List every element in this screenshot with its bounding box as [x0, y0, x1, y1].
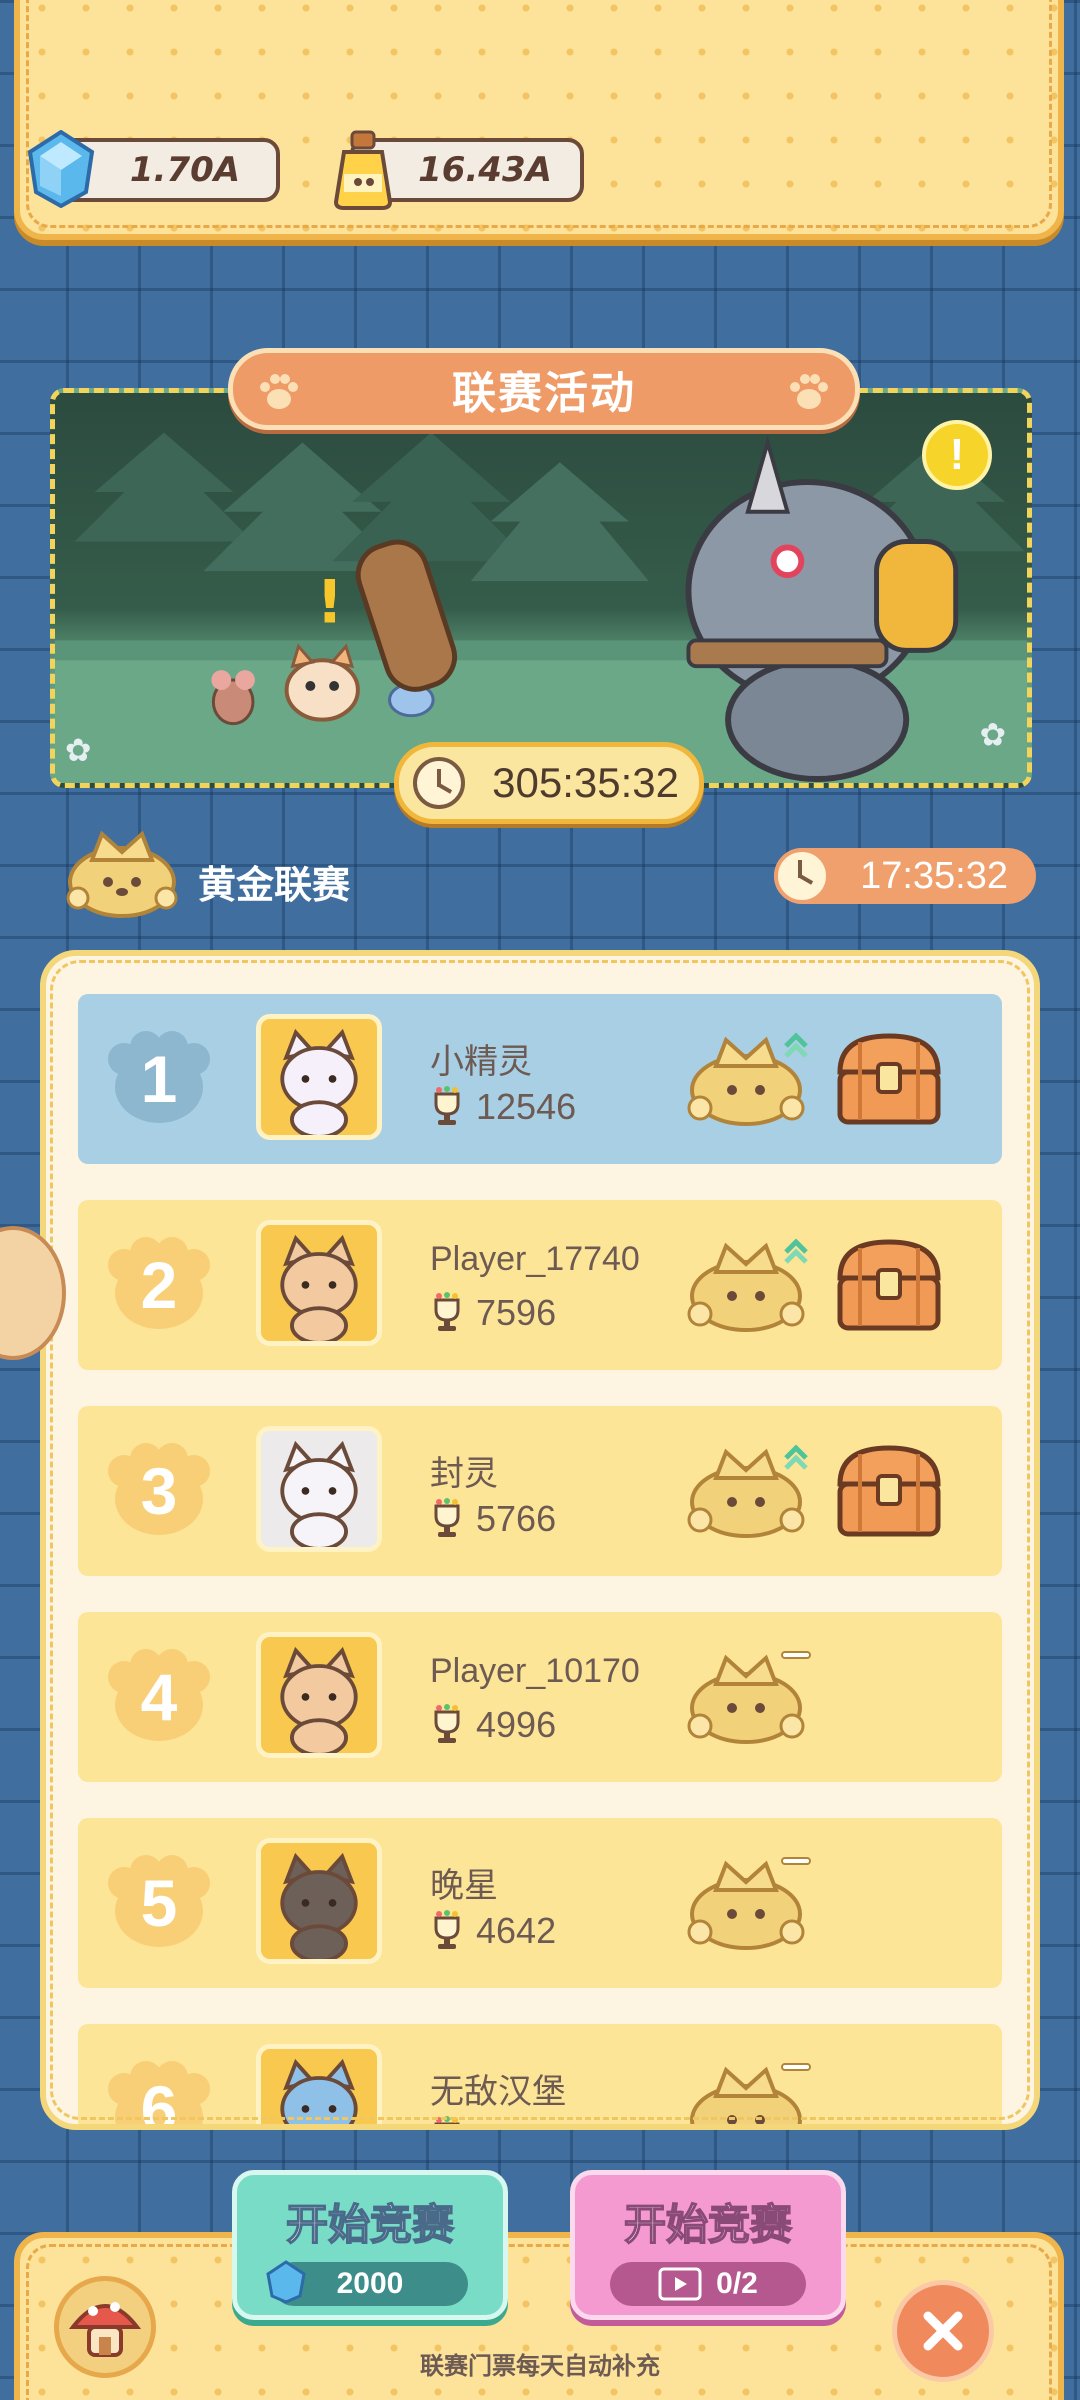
player-avatar[interactable] [256, 1838, 382, 1964]
exclamation-icon: ! [949, 430, 965, 479]
treasure-chest-icon[interactable] [830, 1028, 948, 1130]
potion-amount: 16.43A [418, 150, 552, 190]
gem-cost-value: 2000 [336, 2267, 404, 2300]
rank-badge: 3 [104, 1441, 214, 1541]
gem-icon [266, 2260, 306, 2304]
player-score: 4642 [476, 1910, 557, 1951]
player-name: Player_10170 [430, 1652, 640, 1690]
currency-panel [14, 0, 1064, 240]
player-avatar[interactable] [256, 1632, 382, 1758]
league-crown-stay-icon [690, 2063, 811, 2124]
trophy-icon [434, 1910, 460, 1949]
league-crown-promote-icon [687, 1238, 808, 1332]
gem-amount: 1.70A [129, 150, 241, 190]
league-countdown: 17:35:32 [774, 848, 1036, 904]
clock-icon [774, 848, 830, 904]
event-title-pill: 联赛活动 [228, 348, 860, 430]
leaderboard-row[interactable]: 6 无敌汉堡 [78, 2024, 1002, 2130]
rank-badge: 4 [104, 1647, 214, 1747]
svg-text:✿: ✿ [65, 733, 92, 769]
svg-text:✿: ✿ [979, 717, 1006, 753]
league-crown-promote-icon [687, 1444, 808, 1538]
player-name: 小精灵 [430, 1043, 532, 1081]
cat-avatar-icon [280, 1440, 358, 1547]
treasure-chest-icon[interactable] [830, 1440, 948, 1542]
league-crown-promote-icon [687, 1032, 808, 1126]
gold-league-crown-icon [66, 830, 178, 918]
cat-avatar-icon [280, 1234, 358, 1341]
ad-ticket-count: 0/2 [610, 2262, 806, 2306]
cat-avatar-icon [280, 1646, 358, 1753]
video-icon [658, 2267, 702, 2301]
player-avatar[interactable] [256, 1014, 382, 1140]
leaderboard[interactable]: 1 小精灵 12546 2 Player_17740 7596 3 封灵 576… [40, 950, 1040, 2130]
player-name: Player_17740 [430, 1240, 640, 1278]
clock-icon [413, 757, 465, 809]
leaderboard-row[interactable]: 5 晚星 4642 [78, 1818, 1002, 1988]
ticket-refill-note: 联赛门票每天自动补充 [420, 2353, 660, 2380]
rank-number: 1 [140, 1042, 178, 1116]
cat-avatar-icon [280, 1028, 358, 1135]
trophy-icon [434, 1292, 460, 1331]
start-race-label: 开始竞赛 [285, 2200, 455, 2249]
start-race-label: 开始竞赛 [623, 2200, 793, 2249]
start-race-ad-button[interactable]: 开始竞赛 0/2 [570, 2170, 846, 2320]
info-button[interactable]: ! [922, 420, 992, 490]
league-countdown-text: 17:35:32 [860, 854, 1008, 897]
cat-avatar-icon [280, 2058, 358, 2124]
rank-badge: 1 [104, 1029, 214, 1129]
trophy-icon [434, 1086, 460, 1125]
player-name: 无敌汉堡 [430, 2073, 566, 2111]
rank-badge: 6 [104, 2059, 214, 2130]
player-avatar[interactable] [256, 2044, 382, 2124]
rank-number: 2 [140, 1248, 178, 1322]
trophy-icon [434, 2116, 460, 2124]
player-avatar[interactable] [256, 1426, 382, 1552]
rank-badge: 5 [104, 1853, 214, 1953]
rank-number: 6 [140, 2072, 178, 2130]
leaderboard-row[interactable]: 1 小精灵 12546 [78, 994, 1002, 1164]
league-crown-stay-icon [687, 1857, 811, 1950]
trophy-icon [434, 1498, 460, 1537]
paw-icon [260, 374, 298, 409]
league-name: 黄金联赛 [198, 865, 351, 907]
league-crown-stay-icon [687, 1651, 811, 1744]
gem-icon [27, 130, 95, 208]
player-score: 7596 [476, 1292, 557, 1333]
event-countdown: 305:35:32 [394, 742, 704, 824]
player-score: 5766 [476, 1498, 557, 1539]
ad-ticket-value: 0/2 [716, 2267, 758, 2300]
treasure-chest-icon[interactable] [830, 1234, 948, 1336]
leaderboard-row[interactable]: 3 封灵 5766 [78, 1406, 1002, 1576]
event-scene-illustration: ! ✿ ✿ [55, 432, 1027, 783]
cat-avatar-icon [280, 1852, 358, 1959]
event-title: 联赛活动 [452, 369, 636, 418]
svg-text:!: ! [316, 569, 343, 638]
gem-cost: 2000 [266, 2260, 468, 2306]
event-countdown-text: 305:35:32 [492, 759, 679, 806]
start-race-gem-button[interactable]: 开始竞赛 2000 [232, 2170, 508, 2320]
paw-icon [790, 374, 828, 409]
rank-number: 4 [140, 1660, 178, 1734]
player-score: 4996 [476, 1704, 557, 1745]
leaderboard-row[interactable]: 2 Player_17740 7596 [78, 1200, 1002, 1370]
player-name: 晚星 [430, 1867, 498, 1905]
rank-badge: 2 [104, 1235, 214, 1335]
potion-icon [333, 130, 393, 210]
player-score: 12546 [476, 1086, 577, 1127]
player-avatar[interactable] [256, 1220, 382, 1346]
rank-number: 3 [140, 1454, 178, 1528]
event-banner[interactable]: ! ✿ ✿ [50, 388, 1032, 788]
rank-number: 5 [140, 1866, 178, 1940]
trophy-icon [434, 1704, 460, 1743]
leaderboard-row[interactable]: 4 Player_10170 4996 [78, 1612, 1002, 1782]
player-name: 封灵 [430, 1455, 498, 1493]
